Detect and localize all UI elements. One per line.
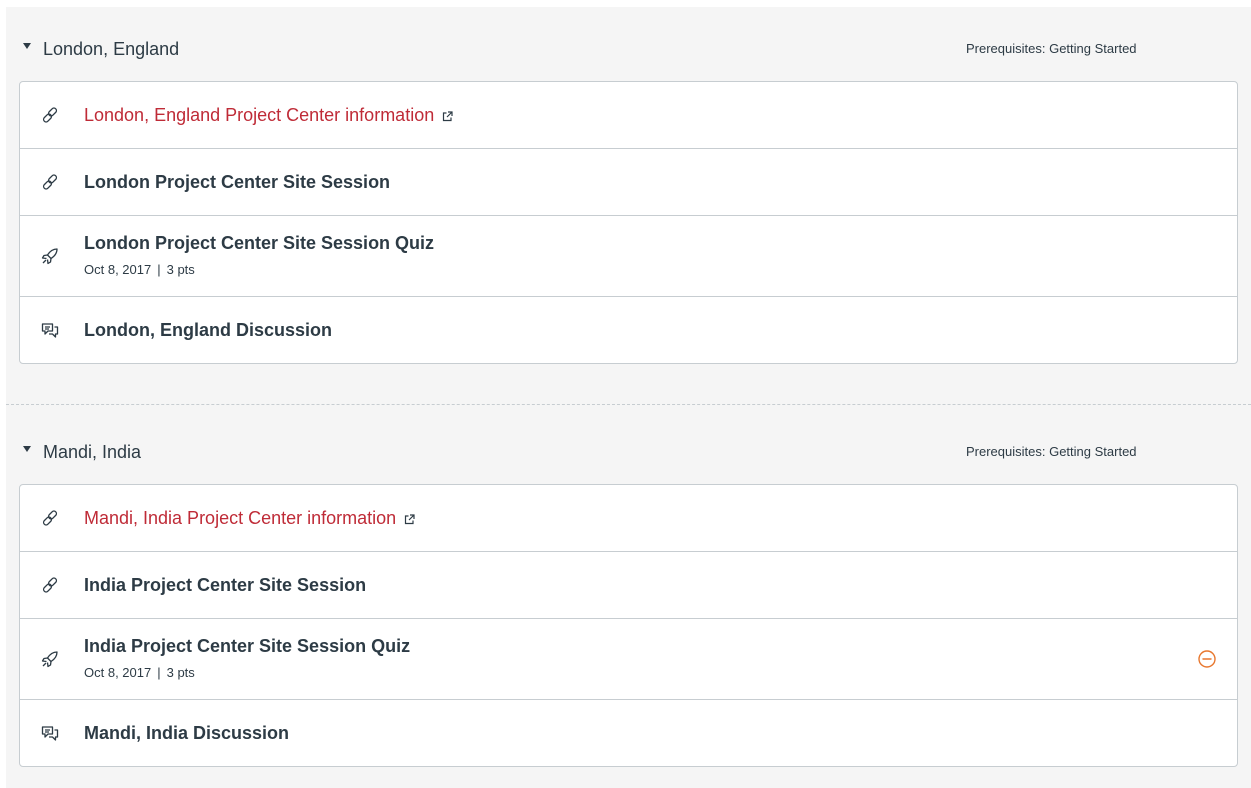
external-link-icon — [404, 514, 415, 525]
module-item: Mandi, India Discussion — [20, 700, 1237, 766]
module-header[interactable]: Mandi, India Prerequisites: Getting Star… — [6, 410, 1251, 484]
module-item: India Project Center Site Session Quiz O… — [20, 619, 1237, 700]
module-prerequisites: Prerequisites: Getting Started — [966, 444, 1137, 459]
meta-separator: | — [157, 665, 161, 680]
collapse-caret-icon[interactable] — [23, 446, 31, 452]
external-link-icon — [442, 111, 453, 122]
module-item: London Project Center Site Session Quiz … — [20, 216, 1237, 297]
module-divider — [6, 404, 1251, 405]
item-title-link[interactable]: Mandi, India Project Center information — [84, 507, 415, 529]
module-prerequisites: Prerequisites: Getting Started — [966, 41, 1137, 56]
discussion-icon — [40, 723, 60, 743]
item-title-text[interactable]: Mandi, India Project Center information — [84, 508, 396, 528]
modules-page: London, England Prerequisites: Getting S… — [6, 7, 1251, 788]
link-icon — [40, 105, 60, 125]
item-title[interactable]: Mandi, India Discussion — [84, 722, 289, 744]
item-title[interactable]: London Project Center Site Session Quiz — [84, 232, 434, 254]
link-icon — [40, 172, 60, 192]
module-item: London, England Discussion — [20, 297, 1237, 363]
module-item: Mandi, India Project Center information — [20, 485, 1237, 552]
module-title: London, England — [43, 39, 180, 59]
module-item: London Project Center Site Session — [20, 149, 1237, 216]
item-title[interactable]: London, England Discussion — [84, 319, 332, 341]
module-header[interactable]: London, England Prerequisites: Getting S… — [6, 7, 1251, 81]
quiz-rocket-icon — [40, 649, 60, 669]
minus-circle-icon[interactable] — [1197, 649, 1217, 669]
due-date: Oct 8, 2017 — [84, 262, 152, 277]
module-item: London, England Project Center informati… — [20, 82, 1237, 149]
item-title[interactable]: India Project Center Site Session — [84, 574, 366, 596]
item-details: Oct 8, 2017 | 3 pts — [84, 262, 195, 278]
meta-separator: | — [157, 262, 161, 277]
due-date: Oct 8, 2017 — [84, 665, 152, 680]
quiz-rocket-icon — [40, 246, 60, 266]
link-icon — [40, 575, 60, 595]
collapse-caret-icon[interactable] — [23, 43, 31, 49]
link-icon — [40, 508, 60, 528]
module-item: India Project Center Site Session — [20, 552, 1237, 619]
item-title[interactable]: India Project Center Site Session Quiz — [84, 635, 410, 657]
item-title[interactable]: London Project Center Site Session — [84, 171, 390, 193]
points: 3 pts — [166, 262, 195, 277]
item-title-text[interactable]: London, England Project Center informati… — [84, 105, 434, 125]
points: 3 pts — [166, 665, 195, 680]
item-title-link[interactable]: London, England Project Center informati… — [84, 104, 453, 126]
module-title: Mandi, India — [43, 442, 142, 462]
module-items-list: London, England Project Center informati… — [19, 81, 1238, 364]
module-items-list: Mandi, India Project Center information … — [19, 484, 1238, 767]
item-details: Oct 8, 2017 | 3 pts — [84, 665, 195, 681]
discussion-icon — [40, 320, 60, 340]
